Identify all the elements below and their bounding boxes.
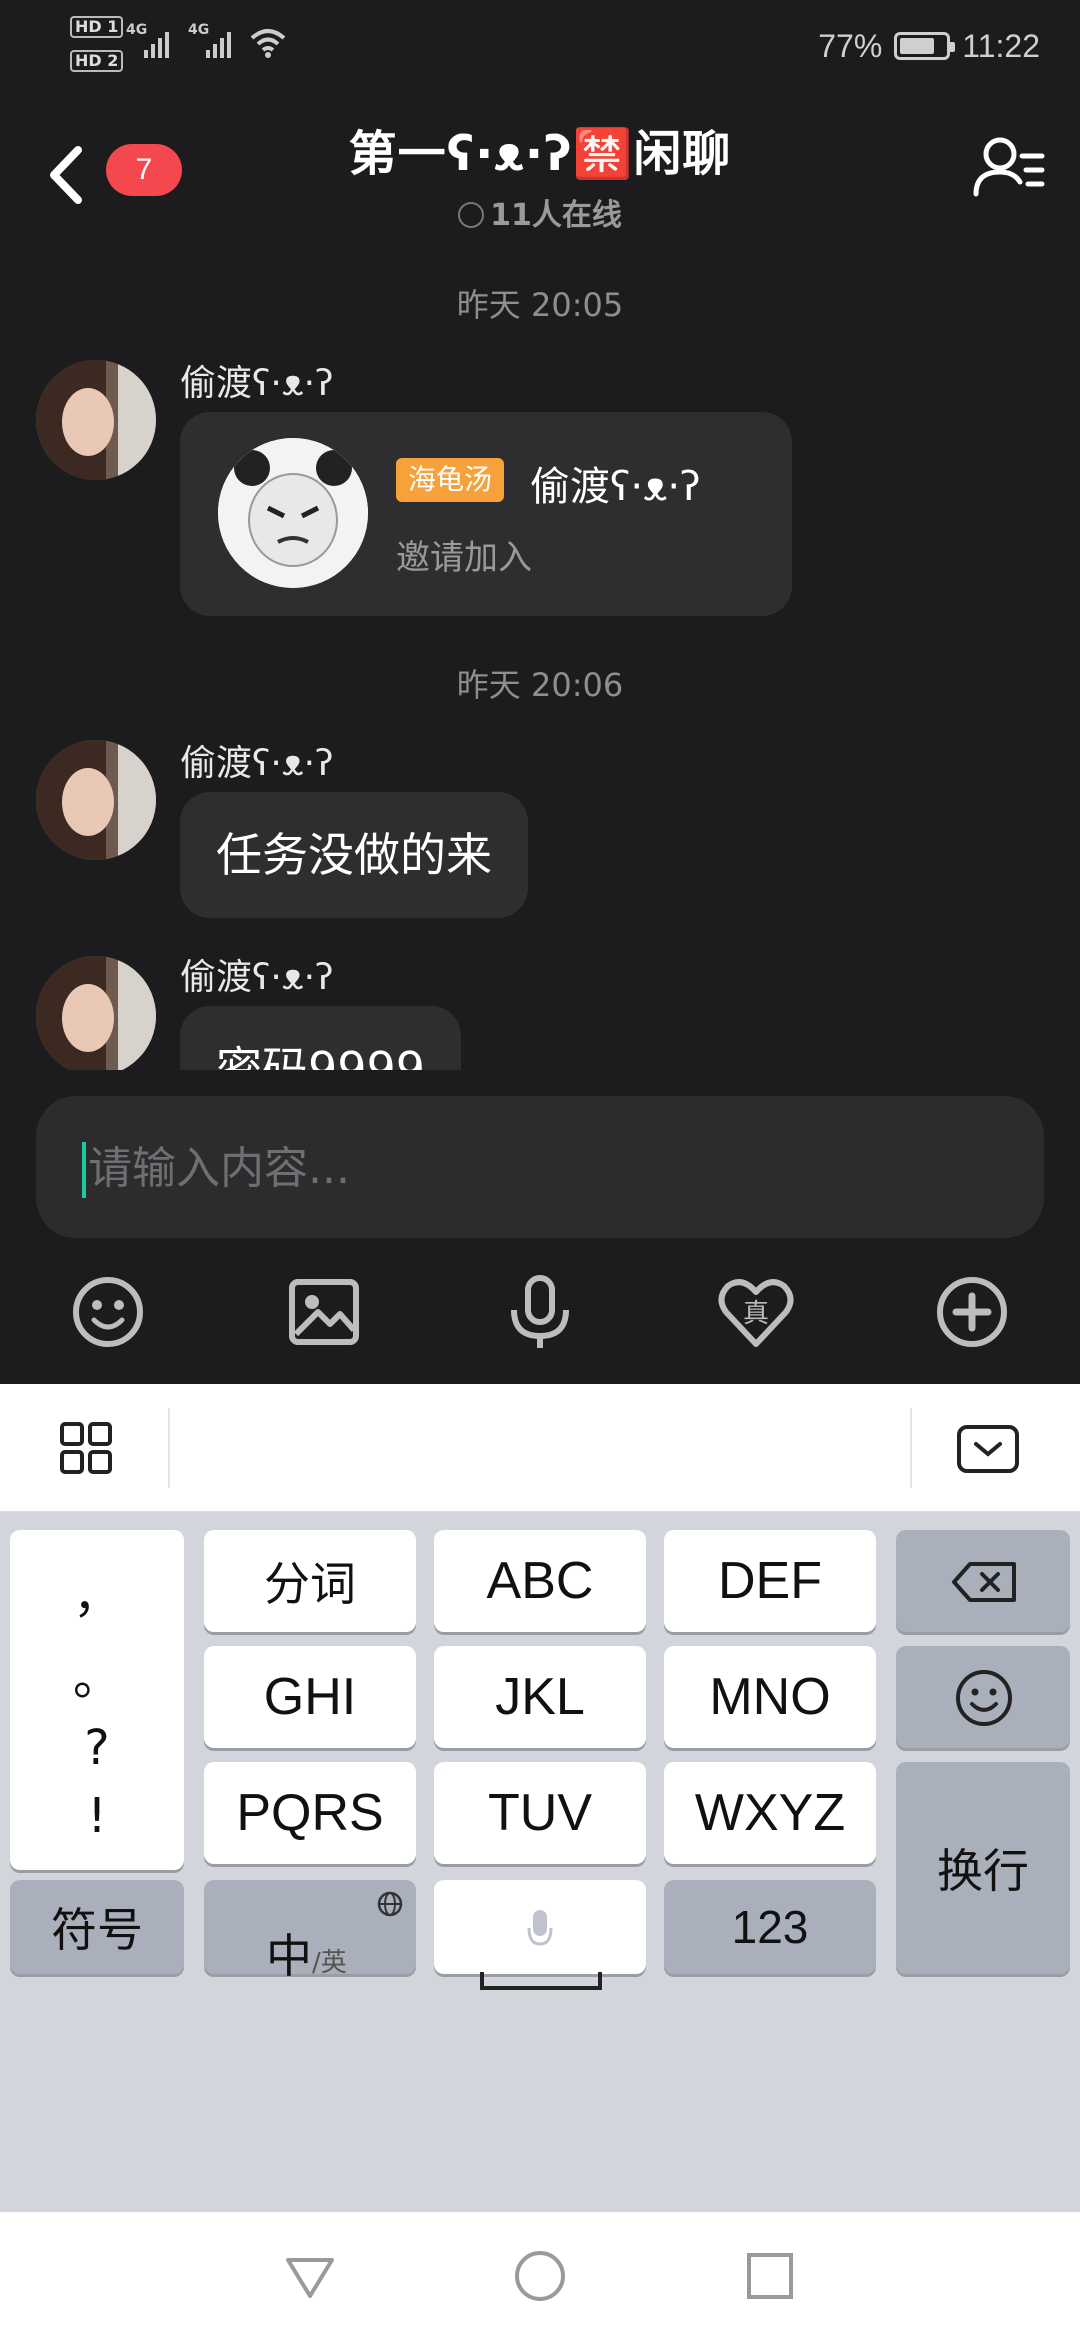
title-area: 第一ʕ·ᴥ·ʔ🈲闲聊 11人在线	[240, 114, 840, 234]
microphone-icon	[527, 1910, 553, 1946]
key-label: DEF	[718, 1552, 822, 1610]
key-label: MNO	[709, 1668, 831, 1726]
online-count: 11人在线	[240, 190, 840, 234]
recents-square-icon[interactable]	[740, 2246, 800, 2306]
globe-icon	[377, 1891, 403, 1917]
sender-name: 偷渡ʕ·ᴥ·ʔ	[180, 363, 334, 404]
hd1-badge: HD 1	[70, 16, 124, 38]
back-arrow-icon[interactable]	[40, 140, 90, 210]
avatar[interactable]	[36, 740, 156, 860]
keyboard: ， 。 ? ! 分词 ABC DEF GHI JKL MNO PQRS TUV …	[0, 1512, 1080, 2212]
key-wxyz[interactable]: WXYZ	[664, 1762, 876, 1864]
key-label: ABC	[486, 1552, 594, 1610]
lang-sub-label: /英	[312, 1948, 347, 1978]
enter-key[interactable]: 换行	[896, 1762, 1070, 1974]
smiley-icon	[956, 1670, 1012, 1726]
message-bubble[interactable]: 密码9999	[180, 1006, 462, 1070]
hd2-badge: HD 2	[70, 50, 124, 72]
invite-card[interactable]: 海龟汤 偷渡ʕ·ᴥ·ʔ 邀请加入	[180, 412, 792, 616]
key-label: JKL	[495, 1668, 585, 1726]
space-key[interactable]	[434, 1880, 646, 1990]
plus-icon[interactable]	[932, 1272, 1012, 1352]
key-label: PQRS	[236, 1784, 384, 1842]
key-label: 分词	[264, 1557, 356, 1611]
card-name: 偷渡ʕ·ᴥ·ʔ	[530, 464, 701, 510]
online-count-text: 11人在线	[490, 198, 622, 233]
numbers-key[interactable]: 123	[664, 1880, 876, 1974]
key-jkl[interactable]: JKL	[434, 1646, 646, 1748]
key-label: 符号	[51, 1903, 143, 1957]
key-tuv[interactable]: TUV	[434, 1762, 646, 1864]
sender-name: 偷渡ʕ·ᴥ·ʔ	[180, 743, 334, 784]
key-abc[interactable]: ABC	[434, 1530, 646, 1632]
backspace-icon	[952, 1562, 1016, 1602]
punct-comma[interactable]: ，	[10, 1556, 184, 1626]
chat-header: 7 第一ʕ·ᴥ·ʔ🈲闲聊 11人在线	[0, 100, 1080, 240]
lang-main-label: 中	[266, 1929, 312, 1983]
key-def[interactable]: DEF	[664, 1530, 876, 1632]
grid-menu-icon[interactable]	[58, 1420, 114, 1476]
timestamp: 昨天 20:05	[456, 286, 624, 324]
card-avatar	[218, 438, 368, 588]
divider	[910, 1408, 912, 1488]
key-label: 123	[731, 1901, 809, 1953]
back-triangle-icon[interactable]	[280, 2246, 340, 2306]
message-list[interactable]: 昨天 20:05 偷渡ʕ·ᴥ·ʔ 海龟汤 偷渡ʕ·ᴥ·ʔ 邀请加入 昨天 20:…	[0, 250, 1080, 1070]
card-subtitle: 邀请加入	[396, 538, 532, 578]
punct-exclaim[interactable]: !	[10, 1788, 184, 1844]
chat-title: 第一ʕ·ᴥ·ʔ🈲闲聊	[348, 126, 732, 182]
image-icon[interactable]	[284, 1272, 364, 1352]
microphone-icon[interactable]	[500, 1272, 580, 1352]
network-indicators: HD 1 HD 2 4G 4G	[70, 16, 300, 76]
key-label: 换行	[937, 1844, 1029, 1898]
symbol-key[interactable]: 符号	[10, 1880, 184, 1974]
space-bar-icon	[480, 1972, 602, 1990]
heart-true-icon[interactable]: 真	[716, 1272, 796, 1352]
key-label: GHI	[263, 1668, 357, 1726]
emoji-icon[interactable]	[68, 1272, 148, 1352]
punct-question[interactable]: ?	[10, 1720, 184, 1776]
card-tag: 海龟汤	[396, 458, 505, 502]
heart-glyph: 真	[743, 1299, 769, 1329]
sender-name: 偷渡ʕ·ᴥ·ʔ	[180, 957, 334, 998]
clock: 11:22	[962, 27, 1040, 64]
home-circle-icon[interactable]	[510, 2246, 570, 2306]
avatar[interactable]	[36, 956, 156, 1070]
punctuation-key[interactable]: ， 。 ? !	[10, 1530, 184, 1870]
avatar[interactable]	[36, 360, 156, 480]
composer-toolbar: 真	[0, 1262, 1080, 1382]
divider	[168, 1408, 170, 1488]
battery-percent: 77%	[818, 27, 883, 64]
wifi-icon	[250, 29, 286, 58]
members-icon[interactable]	[970, 128, 1050, 208]
keyboard-toolbar	[0, 1384, 1080, 1512]
key-ghi[interactable]: GHI	[204, 1646, 416, 1748]
key-label: TUV	[488, 1784, 592, 1842]
message-input[interactable]	[88, 1126, 988, 1210]
key-label: WXYZ	[694, 1784, 846, 1842]
navigation-bar	[0, 2212, 1080, 2340]
hide-keyboard-icon[interactable]	[956, 1424, 1020, 1474]
key-mno[interactable]: MNO	[664, 1646, 876, 1748]
backspace-key[interactable]	[896, 1530, 1070, 1632]
message-bubble[interactable]: 任务没做的来	[180, 792, 528, 918]
timestamp: 昨天 20:06	[456, 666, 624, 704]
text-caret	[82, 1142, 86, 1198]
key-fenci[interactable]: 分词	[204, 1530, 416, 1632]
message-input-box[interactable]	[36, 1096, 1044, 1238]
check-circle-icon	[458, 202, 485, 228]
language-switch-key[interactable]: 中 /英	[204, 1880, 416, 1983]
emoji-key[interactable]	[896, 1646, 1070, 1748]
unread-badge: 7	[106, 144, 182, 196]
punct-period[interactable]: 。	[10, 1638, 184, 1708]
key-pqrs[interactable]: PQRS	[204, 1762, 416, 1864]
battery-icon	[894, 32, 956, 60]
status-bar: HD 1 HD 2 4G 4G 77% 11:22	[0, 0, 1080, 90]
